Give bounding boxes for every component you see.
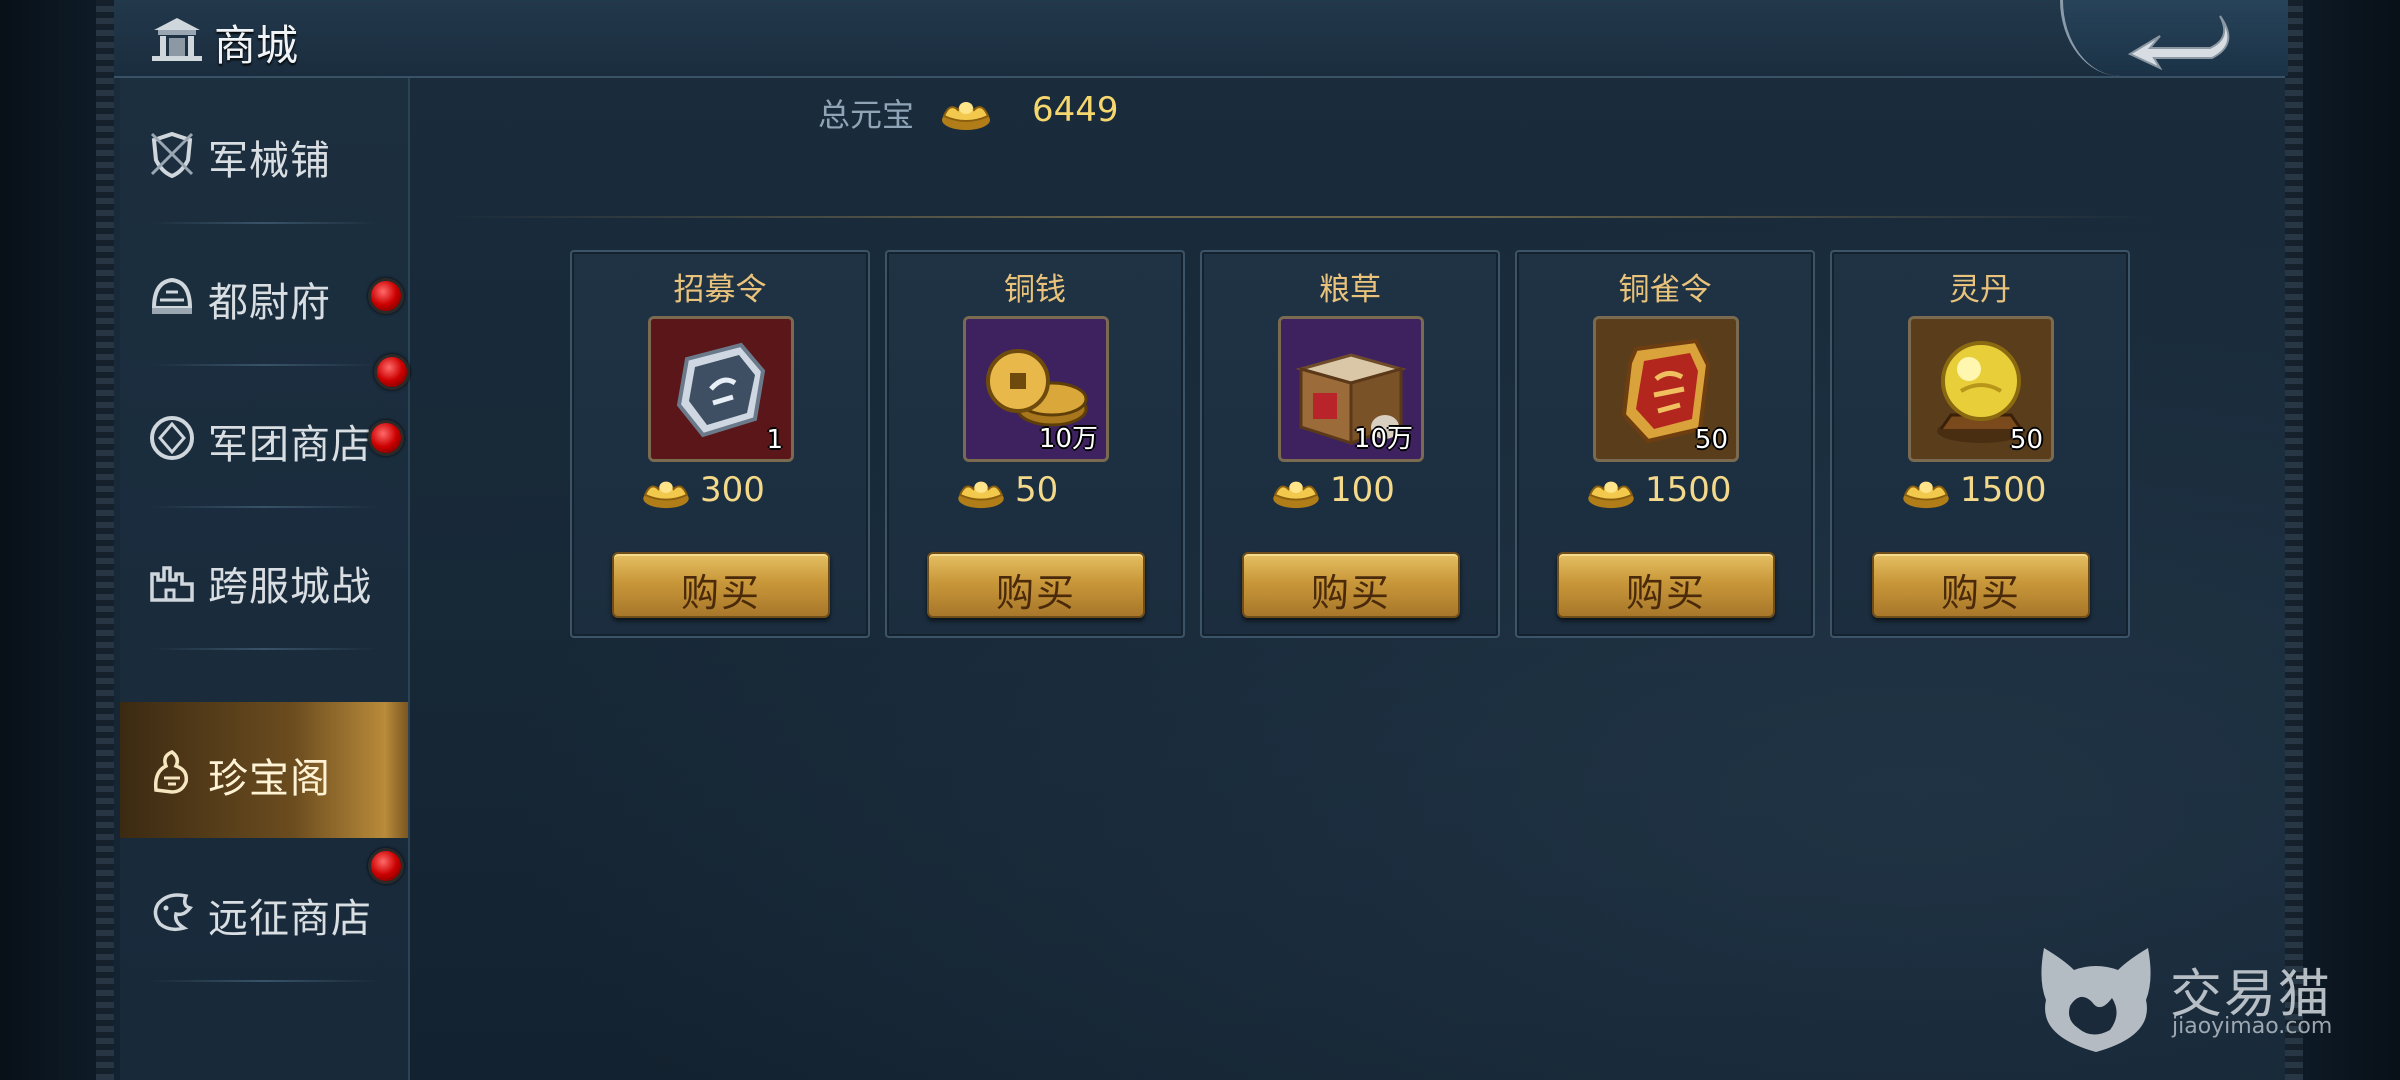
- watermark-cat-logo-icon: [2041, 948, 2151, 1052]
- gold-ingot-icon: [1588, 481, 1634, 509]
- shop-building-icon: [152, 18, 202, 61]
- treasure-icon: [153, 750, 189, 794]
- sidebar-item-legion-shop[interactable]: 军团商店: [120, 368, 408, 508]
- item-slot[interactable]: 10万: [963, 316, 1109, 462]
- shield-icon: [150, 131, 194, 179]
- item-name: 铜雀令: [1618, 272, 1712, 308]
- shop-item-card: 招募令 1 300 购买: [570, 250, 870, 638]
- buy-button-label: 购买: [995, 571, 1076, 615]
- buy-button-label: 购买: [680, 571, 761, 615]
- shop-item-card: 铜雀令 50 1500 购买: [1515, 250, 1815, 638]
- dragon-icon: [153, 893, 193, 932]
- sidebar: 军械铺 都尉府 军团商店 跨服城战 珍宝阁 远征商店: [120, 78, 410, 1080]
- item-price: 1500: [1960, 470, 2047, 510]
- item-quantity: 10万: [1038, 424, 1098, 454]
- sidebar-item-label: 军团商店: [208, 422, 372, 468]
- sidebar-item-commandery[interactable]: 都尉府: [120, 226, 410, 390]
- gold-ingot-icon: [1273, 481, 1319, 509]
- buy-button[interactable]: 购买: [612, 552, 830, 618]
- sidebar-item-label: 远征商店: [208, 896, 372, 942]
- shop-item-card: 粮草 10万 100 购买: [1200, 250, 1500, 638]
- item-price: 100: [1330, 470, 1395, 510]
- game-shop-screen: 商城 军械铺 都尉府 军团商店 跨服城战 珍宝阁 远征商店 总元宝 6449 招…: [0, 0, 2400, 1080]
- item-quantity: 50: [2009, 425, 2043, 455]
- item-quantity: 50: [1694, 425, 1728, 455]
- gold-ingot-icon: [942, 102, 990, 130]
- right-ornament-border: [2285, 0, 2303, 1080]
- notification-badge: [368, 420, 404, 456]
- left-ornament-border: [96, 0, 114, 1080]
- header-bar: [114, 0, 2285, 78]
- shop-item-card: 铜钱 10万 50 购买: [885, 250, 1185, 638]
- buy-button[interactable]: 购买: [1872, 552, 2090, 618]
- divider: [150, 506, 378, 508]
- page-title: 商城: [214, 21, 299, 70]
- item-name: 铜钱: [1004, 272, 1066, 308]
- currency-value: 6449: [1032, 90, 1119, 130]
- divider: [448, 216, 2148, 218]
- item-price: 50: [1015, 470, 1059, 510]
- gold-ingot-icon: [643, 481, 689, 509]
- buy-button-label: 购买: [1625, 571, 1706, 615]
- divider: [150, 222, 378, 224]
- item-slot[interactable]: 10万: [1278, 316, 1424, 462]
- buy-button-label: 购买: [1940, 571, 2021, 615]
- buy-button-label: 购买: [1310, 571, 1391, 615]
- emblem-icon: [150, 416, 194, 460]
- item-price: 1500: [1645, 470, 1732, 510]
- gold-ingot-icon: [958, 481, 1004, 509]
- helmet-icon: [151, 277, 193, 314]
- item-name: 招募令: [673, 272, 767, 308]
- item-slot[interactable]: 1: [648, 316, 794, 462]
- item-slot[interactable]: 50: [1908, 316, 2054, 462]
- sidebar-item-label: 跨服城战: [208, 564, 372, 610]
- sidebar-item-armory[interactable]: 军械铺: [120, 84, 408, 224]
- item-price: 300: [700, 470, 765, 510]
- divider: [150, 980, 378, 982]
- shop-item-card: 灵丹 50 1500 购买: [1830, 250, 2130, 638]
- divider: [150, 364, 378, 366]
- sidebar-item-label: 军械铺: [208, 138, 331, 184]
- currency-label: 总元宝: [818, 96, 915, 134]
- item-name: 灵丹: [1949, 272, 2011, 308]
- divider: [150, 648, 378, 650]
- buy-button[interactable]: 购买: [1557, 552, 1775, 618]
- item-quantity: 10万: [1353, 424, 1413, 454]
- sidebar-item-cross-server-war[interactable]: 跨服城战: [120, 510, 408, 650]
- buy-button[interactable]: 购买: [1242, 552, 1460, 618]
- sidebar-item-expedition-shop[interactable]: 远征商店: [120, 842, 408, 982]
- sidebar-item-label: 珍宝阁: [208, 756, 331, 802]
- notification-badge: [368, 848, 404, 884]
- buy-button[interactable]: 购买: [927, 552, 1145, 618]
- watermark-subtext: jiaoyimao.com: [2172, 1014, 2333, 1039]
- left-background-band: [0, 0, 96, 1080]
- item-quantity: 1: [766, 425, 783, 455]
- item-name: 粮草: [1319, 272, 1381, 308]
- item-slot[interactable]: 50: [1593, 316, 1739, 462]
- castle-icon: [150, 566, 194, 602]
- notification-badge: [368, 278, 404, 314]
- gold-ingot-icon: [1903, 481, 1949, 509]
- back-arrow-icon[interactable]: [2120, 8, 2235, 70]
- sidebar-item-label: 都尉府: [208, 280, 331, 326]
- sidebar-item-treasure-pavilion[interactable]: 珍宝阁: [120, 702, 408, 838]
